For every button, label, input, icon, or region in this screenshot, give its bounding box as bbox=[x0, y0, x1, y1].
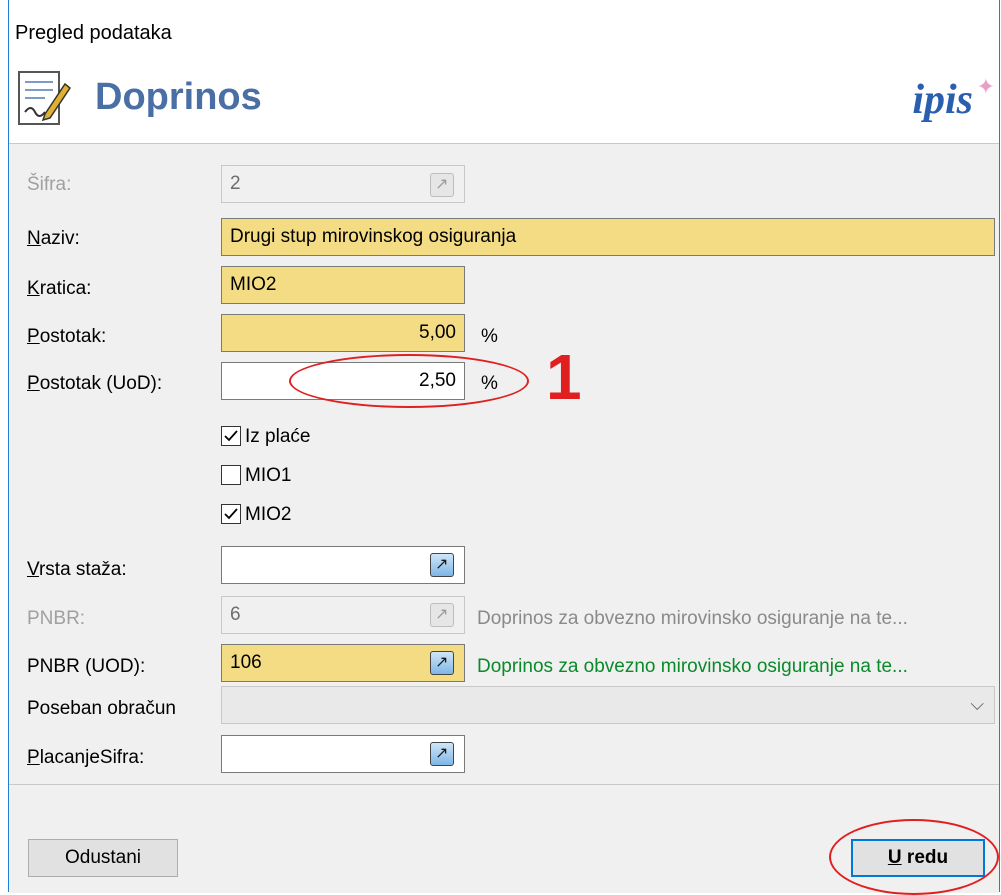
naziv-field[interactable]: Drugi stup mirovinskog osiguranja bbox=[221, 218, 995, 256]
form-area: Šifra: 2 ↗ Naziv: Drugi stup mirovinskog… bbox=[9, 144, 999, 784]
annotation-ellipse-ok bbox=[829, 819, 999, 895]
mio1-checkbox[interactable] bbox=[221, 465, 241, 485]
mio2-checkbox[interactable] bbox=[221, 504, 241, 524]
sifra-lookup-button: ↗ bbox=[430, 173, 454, 197]
dialog-window: Pregled podataka Doprinos ipis ✦ Šifra: … bbox=[8, 0, 1000, 895]
naziv-label: Naziv: bbox=[27, 228, 80, 249]
pnbr-lookup-button: ↗ bbox=[430, 603, 454, 627]
pnbr-uod-label: PNBR (UOD): bbox=[27, 656, 146, 677]
placanje-sifra-lookup-button[interactable]: ↗ bbox=[430, 742, 454, 766]
dialog-header: Doprinos ipis ✦ bbox=[9, 62, 999, 142]
pnbr-uod-field[interactable]: 106 bbox=[221, 644, 465, 682]
pnbr-label: PNBR: bbox=[27, 608, 86, 629]
ipis-logo: ipis bbox=[912, 77, 973, 123]
sifra-field: 2 bbox=[221, 165, 465, 203]
logo-star-icon: ✦ bbox=[976, 74, 995, 99]
pnbr-field: 6 bbox=[221, 596, 465, 634]
postotak-label: Postotak: bbox=[27, 326, 107, 347]
vrsta-staza-lookup-button[interactable]: ↗ bbox=[430, 553, 454, 577]
vrsta-staza-label: Vrsta staža: bbox=[27, 559, 127, 580]
chevron-down-icon: ⌵ bbox=[970, 694, 984, 714]
kratica-label: Kratica: bbox=[27, 278, 92, 299]
window-title: Pregled podataka bbox=[15, 22, 172, 44]
annotation-number: 1 bbox=[546, 341, 582, 413]
postotak-field[interactable]: 5,00 bbox=[221, 314, 465, 352]
poseban-obracun-select[interactable]: ⌵ bbox=[221, 686, 995, 724]
pnbr-description: Doprinos za obvezno mirovinsko osiguranj… bbox=[477, 608, 908, 629]
title-bar: Pregled podataka bbox=[9, 0, 999, 62]
cancel-button[interactable]: Odustani bbox=[28, 839, 178, 877]
dialog-title: Doprinos bbox=[95, 76, 262, 118]
annotation-ellipse bbox=[289, 354, 529, 408]
dialog-footer: Odustani U redu bbox=[9, 784, 999, 895]
document-edit-icon bbox=[18, 71, 71, 125]
postotak-unit: % bbox=[481, 326, 498, 347]
sifra-label: Šifra: bbox=[27, 174, 72, 195]
iz-place-label: Iz plaće bbox=[245, 426, 311, 447]
vrsta-staza-field[interactable] bbox=[221, 546, 465, 584]
pnbr-uod-lookup-button[interactable]: ↗ bbox=[430, 651, 454, 675]
mio1-label: MIO1 bbox=[245, 465, 292, 486]
placanje-sifra-field[interactable] bbox=[221, 735, 465, 773]
kratica-field[interactable]: MIO2 bbox=[221, 266, 465, 304]
placanje-sifra-label: PlacanjeSifra: bbox=[27, 747, 145, 768]
postotak-uod-label: Postotak (UoD): bbox=[27, 373, 163, 394]
pnbr-uod-description: Doprinos za obvezno mirovinsko osiguranj… bbox=[477, 656, 908, 677]
mio2-label: MIO2 bbox=[245, 504, 292, 525]
iz-place-checkbox[interactable] bbox=[221, 426, 241, 446]
poseban-obracun-label: Poseban obračun bbox=[27, 698, 176, 719]
